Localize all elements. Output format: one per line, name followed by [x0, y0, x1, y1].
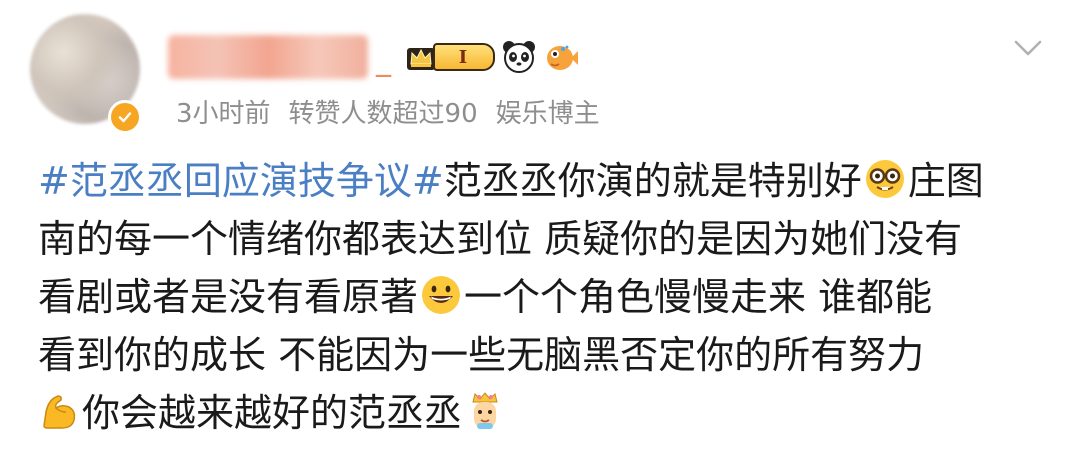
post-meta: 3小时前 转赞人数超过90 娱乐博主 — [176, 93, 600, 130]
flexed-biceps-emoji — [43, 395, 76, 429]
post-line-4: 看到你的成长 不能因为一些无脑黑否定你的所有努力 — [38, 333, 925, 377]
post-line-2: 南的每一个情绪你都表达到位 质疑你的是因为她们没有 — [38, 217, 963, 261]
username-suffix[interactable]: _ — [376, 43, 391, 78]
crowned-face-emoji — [472, 392, 498, 429]
user-type-label: 娱乐博主 — [495, 99, 600, 129]
post-text-segment: 庄图 — [907, 159, 984, 203]
level-label: I — [433, 43, 495, 71]
vip-level-badge[interactable]: I — [405, 42, 495, 72]
post-text-segment: 范丞丞你演的就是特别好 — [443, 159, 862, 203]
nerd-face-emoji — [865, 160, 904, 198]
verified-badge-icon — [108, 100, 142, 134]
post-line-3: 看剧或者是没有看原著 一个个角色慢慢走来 谁都能 — [38, 268, 1048, 326]
panda-icon — [503, 41, 535, 73]
pufferfish-icon — [547, 45, 578, 70]
post-time: 3小时前 — [176, 99, 271, 129]
user-badges: I — [405, 39, 579, 75]
repost-like-stat: 转赞人数超过90 — [288, 99, 478, 129]
post-text-segment: 看剧或者是没有看原著 — [38, 275, 419, 319]
post-text-segment: 一个个角色慢慢走来 谁都能 — [464, 275, 933, 319]
chevron-down-icon[interactable] — [1012, 32, 1044, 64]
grinning-face-emoji — [422, 276, 461, 314]
post-line-1: #范丞丞回应演技争议#范丞丞你演的就是特别好 庄图 — [38, 152, 1048, 210]
post-line-5: 你会越来越好的范丞丞 — [38, 384, 1048, 442]
post-text-segment: 你会越来越好的范丞丞 — [82, 391, 463, 435]
username-blurred[interactable] — [168, 35, 368, 79]
username-row[interactable]: _ I — [168, 30, 579, 84]
post-text: #范丞丞回应演技争议#范丞丞你演的就是特别好 庄图 南的每一个情绪你都表达到位 … — [38, 152, 1048, 442]
hashtag-link[interactable]: #范丞丞回应演技争议# — [38, 159, 444, 203]
